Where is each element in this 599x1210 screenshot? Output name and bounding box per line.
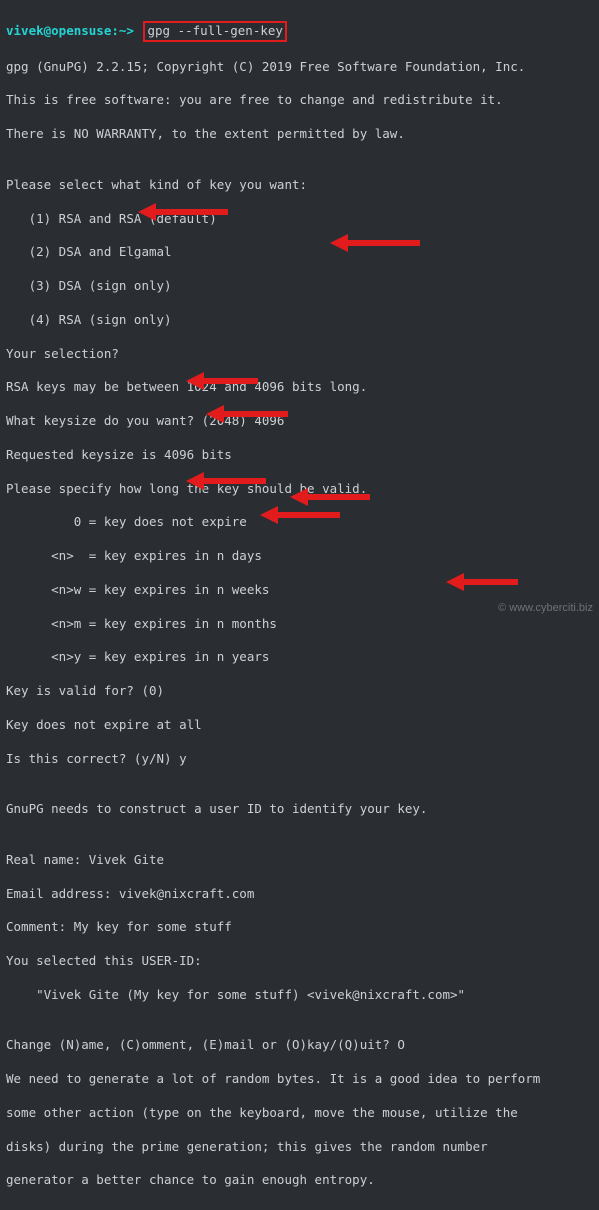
out-line: Key is valid for? (0) [6, 683, 593, 700]
out-line: "Vivek Gite (My key for some stuff) <viv… [6, 987, 593, 1004]
out-line: generator a better chance to gain enough… [6, 1172, 593, 1189]
out-line: Email address: vivek@nixcraft.com [6, 886, 593, 903]
out-line: Key does not expire at all [6, 717, 593, 734]
prompt-path: :~> [111, 23, 134, 38]
out-line: You selected this USER-ID: [6, 953, 593, 970]
out-line: GnuPG needs to construct a user ID to id… [6, 801, 593, 818]
out-line: (1) RSA and RSA (default) [6, 211, 593, 228]
out-line: disks) during the prime generation; this… [6, 1139, 593, 1156]
out-line: Real name: Vivek Gite [6, 852, 593, 869]
out-line: 0 = key does not expire [6, 514, 593, 531]
out-line: We need to generate a lot of random byte… [6, 1071, 593, 1088]
out-line: <n> = key expires in n days [6, 548, 593, 565]
out-line: gpg (GnuPG) 2.2.15; Copyright (C) 2019 F… [6, 59, 593, 76]
out-line: <n>y = key expires in n years [6, 649, 593, 666]
watermark-text: © www.cyberciti.biz [498, 601, 593, 616]
out-line: This is free software: you are free to c… [6, 92, 593, 109]
out-line: RSA keys may be between 1024 and 4096 bi… [6, 379, 593, 396]
out-line: some other action (type on the keyboard,… [6, 1105, 593, 1122]
out-line: Is this correct? (y/N) y [6, 751, 593, 768]
prompt-line: vivek@opensuse:~> gpg --full-gen-key [6, 21, 593, 42]
out-line: Your selection? [6, 346, 593, 363]
out-line: <n>m = key expires in n months [6, 616, 593, 633]
out-line: Change (N)ame, (C)omment, (E)mail or (O)… [6, 1037, 593, 1054]
out-line: (3) DSA (sign only) [6, 278, 593, 295]
prompt-user: vivek@opensuse [6, 23, 111, 38]
out-line: (4) RSA (sign only) [6, 312, 593, 329]
out-line: Please select what kind of key you want: [6, 177, 593, 194]
out-line: Comment: My key for some stuff [6, 919, 593, 936]
out-line: What keysize do you want? (2048) 4096 [6, 413, 593, 430]
out-line: Please specify how long the key should b… [6, 481, 593, 498]
out-line: Requested keysize is 4096 bits [6, 447, 593, 464]
command-highlight-box: gpg --full-gen-key [143, 21, 286, 42]
out-line: <n>w = key expires in n weeks [6, 582, 593, 599]
out-line: (2) DSA and Elgamal [6, 244, 593, 261]
command-text: gpg --full-gen-key [147, 23, 282, 38]
out-line: There is NO WARRANTY, to the extent perm… [6, 126, 593, 143]
